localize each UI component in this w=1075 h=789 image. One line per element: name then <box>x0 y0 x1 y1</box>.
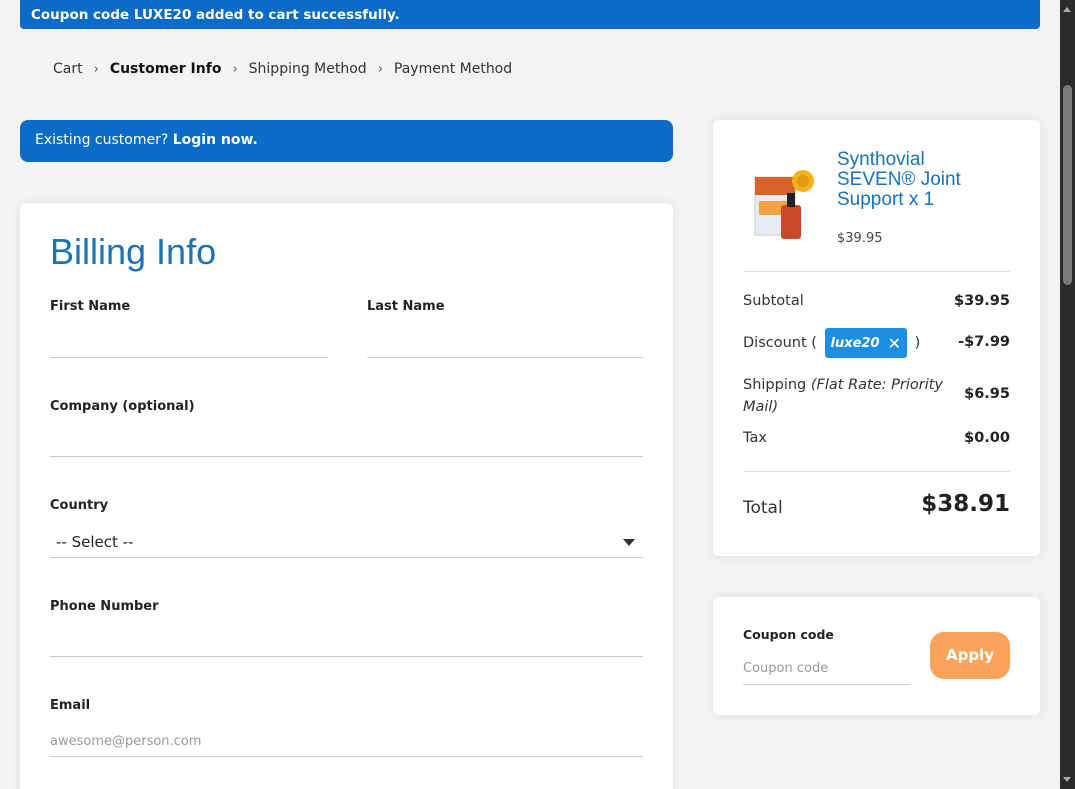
tax-label: Tax <box>743 430 767 446</box>
first-name-field[interactable]: First Name <box>50 299 328 358</box>
caret-down-icon[interactable] <box>623 539 635 546</box>
shipping-value: $6.95 <box>964 386 1010 402</box>
total-value: $38.91 <box>921 491 1010 517</box>
breadcrumb: Cart › Customer Info › Shipping Method ›… <box>53 61 512 77</box>
email-input[interactable]: awesome@person.com <box>50 734 201 749</box>
login-link[interactable]: Login now. <box>173 132 258 148</box>
country-label: Country <box>50 498 109 513</box>
breadcrumb-shipping-method[interactable]: Shipping Method <box>249 61 367 77</box>
coupon-form: Coupon code Coupon code Apply <box>713 597 1040 715</box>
tax-value: $0.00 <box>964 430 1010 446</box>
divider <box>743 471 1010 472</box>
login-banner: Existing customer? Login now. <box>20 120 673 162</box>
phone-input[interactable] <box>50 656 643 657</box>
remove-coupon-icon[interactable]: ✕ <box>888 334 901 353</box>
order-summary: Synthovial SEVEN® Joint Support x 1 $39.… <box>713 120 1040 556</box>
coupon-label: Coupon code <box>743 627 834 642</box>
chevron-right-icon: › <box>232 61 238 77</box>
discount-close-paren: ) <box>914 335 921 351</box>
phone-label: Phone Number <box>50 599 159 614</box>
first-name-label: First Name <box>50 299 131 314</box>
product-title[interactable]: Synthovial SEVEN® Joint Support x 1 <box>837 150 997 210</box>
country-field[interactable]: Country -- Select -- <box>50 498 643 558</box>
tax-row: Tax $0.00 <box>743 430 1010 446</box>
scrollbar-thumb[interactable] <box>1063 85 1072 285</box>
first-name-input[interactable] <box>50 357 328 358</box>
discount-label: Discount ( <box>743 335 817 351</box>
product-image <box>754 170 814 239</box>
chevron-right-icon: › <box>377 61 383 77</box>
shipping-row: Shipping (Flat Rate: Priority Mail) <box>743 374 963 418</box>
subtotal-row: Subtotal $39.95 <box>743 293 1010 309</box>
scroll-down-icon[interactable] <box>1063 777 1071 782</box>
company-input[interactable] <box>50 456 643 457</box>
coupon-success-notice: Coupon code LUXE20 added to cart success… <box>20 0 1040 29</box>
login-prompt: Existing customer? <box>35 132 169 148</box>
product-price: $39.95 <box>837 231 883 246</box>
discount-value: -$7.99 <box>958 334 1010 350</box>
phone-field[interactable]: Phone Number <box>50 599 643 657</box>
divider <box>743 271 1010 272</box>
company-field[interactable]: Company (optional) <box>50 399 643 457</box>
country-select[interactable]: -- Select -- <box>56 533 133 551</box>
subtotal-value: $39.95 <box>954 293 1010 309</box>
subtotal-label: Subtotal <box>743 293 804 309</box>
apply-button[interactable]: Apply <box>930 632 1010 679</box>
chevron-right-icon: › <box>93 61 99 77</box>
email-label: Email <box>50 698 91 713</box>
breadcrumb-customer-info: Customer Info <box>109 61 222 77</box>
coupon-input[interactable]: Coupon code <box>743 661 910 685</box>
email-field[interactable]: Email awesome@person.com <box>50 698 643 757</box>
last-name-input[interactable] <box>367 357 643 358</box>
last-name-label: Last Name <box>367 299 445 314</box>
last-name-field[interactable]: Last Name <box>367 299 643 358</box>
breadcrumb-cart[interactable]: Cart <box>53 61 83 77</box>
breadcrumb-payment-method[interactable]: Payment Method <box>394 61 512 77</box>
scrollbar[interactable] <box>1060 0 1075 789</box>
discount-row: Discount ( luxe20 ✕ ) -$7.99 <box>743 328 1010 358</box>
shipping-label: Shipping <box>743 377 807 393</box>
applied-coupon-tag: luxe20 ✕ <box>824 328 907 358</box>
coupon-tag-code: luxe20 <box>830 335 880 351</box>
company-label: Company (optional) <box>50 399 195 414</box>
billing-title: Billing Info <box>50 231 217 272</box>
scroll-up-icon[interactable] <box>1063 7 1071 12</box>
total-label: Total <box>743 498 783 518</box>
billing-form: Billing Info First Name Last Name Compan… <box>20 203 673 789</box>
